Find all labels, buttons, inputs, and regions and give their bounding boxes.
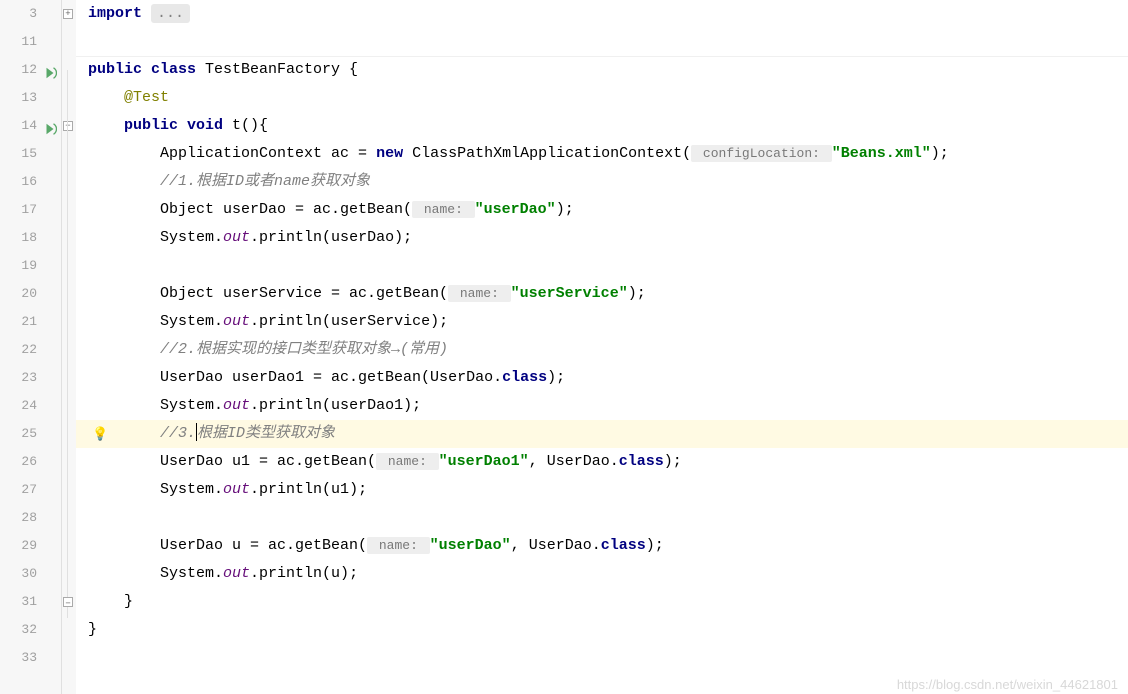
line-number: 14 — [0, 112, 61, 140]
fold-collapse-icon[interactable]: − — [63, 597, 73, 607]
code-line[interactable]: public void t(){ — [76, 112, 1128, 140]
code-line-active[interactable]: //3.根据ID类型获取对象 — [76, 420, 1128, 448]
param-hint: name: — [376, 453, 439, 470]
line-number: 26 — [0, 448, 61, 476]
code-line[interactable]: //1.根据ID或者name获取对象 — [76, 168, 1128, 196]
param-hint: name: — [367, 537, 430, 554]
code-line[interactable] — [76, 252, 1128, 280]
code-line[interactable]: UserDao userDao1 = ac.getBean(UserDao.cl… — [76, 364, 1128, 392]
fold-expand-icon[interactable]: + — [63, 9, 73, 19]
code-line[interactable]: import ... — [76, 0, 1128, 28]
line-number: 33 — [0, 644, 61, 672]
code-line[interactable]: System.out.println(userDao1); — [76, 392, 1128, 420]
code-area[interactable]: 💡 import ... public class TestBeanFactor… — [76, 0, 1128, 694]
code-line[interactable]: System.out.println(userService); — [76, 308, 1128, 336]
line-number: 28 — [0, 504, 61, 532]
param-hint: name: — [412, 201, 475, 218]
code-line[interactable]: Object userService = ac.getBean( name: "… — [76, 280, 1128, 308]
line-number: 25 — [0, 420, 61, 448]
code-line[interactable]: UserDao u = ac.getBean( name: "userDao",… — [76, 532, 1128, 560]
code-line[interactable]: public class TestBeanFactory { — [76, 56, 1128, 84]
line-number: 31 — [0, 588, 61, 616]
fold-collapse-icon[interactable]: − — [63, 121, 73, 131]
line-number: 21 — [0, 308, 61, 336]
folded-region[interactable]: ... — [151, 4, 190, 23]
run-icon[interactable] — [43, 63, 57, 77]
code-line[interactable]: } — [76, 616, 1128, 644]
code-line[interactable]: } — [76, 588, 1128, 616]
code-line[interactable]: System.out.println(u1); — [76, 476, 1128, 504]
line-number: 18 — [0, 224, 61, 252]
param-hint: name: — [448, 285, 511, 302]
run-icon[interactable] — [43, 119, 57, 133]
code-line[interactable]: @Test — [76, 84, 1128, 112]
line-number: 19 — [0, 252, 61, 280]
line-number: 12 — [0, 56, 61, 84]
line-number: 15 — [0, 140, 61, 168]
code-line[interactable]: ApplicationContext ac = new ClassPathXml… — [76, 140, 1128, 168]
line-number: 3 — [0, 0, 61, 28]
param-hint: configLocation: — [691, 145, 832, 162]
line-number: 27 — [0, 476, 61, 504]
fold-guide — [67, 70, 68, 618]
code-line[interactable] — [76, 644, 1128, 672]
line-number: 22 — [0, 336, 61, 364]
line-number: 24 — [0, 392, 61, 420]
lightbulb-icon[interactable]: 💡 — [92, 427, 108, 442]
line-number: 30 — [0, 560, 61, 588]
code-line[interactable] — [76, 504, 1128, 532]
code-line[interactable]: //2.根据实现的接口类型获取对象→(常用) — [76, 336, 1128, 364]
line-number: 23 — [0, 364, 61, 392]
method-separator — [76, 56, 1128, 57]
line-number: 20 — [0, 280, 61, 308]
gutter: 3 11 12 13 14 15 16 17 18 19 20 21 22 23… — [0, 0, 62, 694]
code-line[interactable] — [76, 28, 1128, 56]
code-line[interactable]: System.out.println(u); — [76, 560, 1128, 588]
code-line[interactable]: Object userDao = ac.getBean( name: "user… — [76, 196, 1128, 224]
fold-column: + − − — [62, 0, 76, 694]
line-number: 29 — [0, 532, 61, 560]
code-line[interactable]: UserDao u1 = ac.getBean( name: "userDao1… — [76, 448, 1128, 476]
code-line[interactable]: System.out.println(userDao); — [76, 224, 1128, 252]
code-editor: 3 11 12 13 14 15 16 17 18 19 20 21 22 23… — [0, 0, 1128, 694]
line-number: 11 — [0, 28, 61, 56]
line-number: 16 — [0, 168, 61, 196]
line-number: 32 — [0, 616, 61, 644]
line-number: 13 — [0, 84, 61, 112]
line-number: 17 — [0, 196, 61, 224]
watermark: https://blog.csdn.net/weixin_44621801 — [897, 677, 1118, 692]
